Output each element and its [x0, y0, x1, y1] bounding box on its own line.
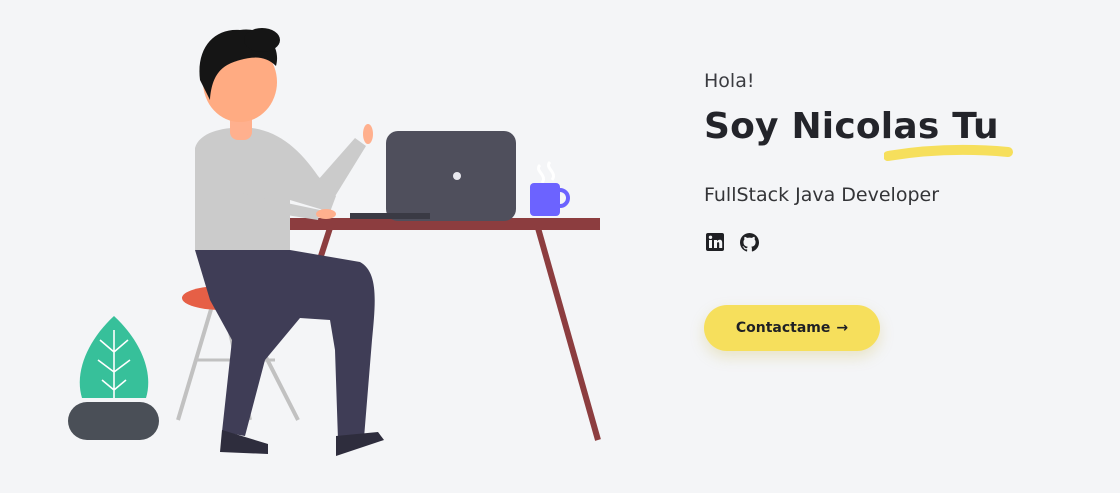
contact-button[interactable]: Contactame →	[704, 305, 880, 351]
hero-section: Hola! Soy Nicolas Tu FullStack Java Deve…	[704, 70, 1084, 351]
github-link[interactable]	[738, 231, 760, 253]
name-heading-wrap: Soy Nicolas Tu	[704, 106, 1084, 162]
laptop-illustration	[350, 131, 516, 221]
greeting-text: Hola!	[704, 70, 755, 92]
arrow-right-icon: →	[836, 320, 849, 336]
desk-illustration	[268, 218, 601, 441]
developer-illustration	[68, 28, 601, 456]
role-subtitle: FullStack Java Developer	[704, 184, 940, 206]
linkedin-link[interactable]	[704, 231, 726, 253]
mug-illustration	[530, 160, 570, 216]
person-illustration	[195, 28, 384, 456]
plant-illustration	[68, 316, 159, 440]
contact-button-label: Contactame	[735, 320, 831, 336]
github-icon	[739, 232, 759, 252]
linkedin-icon	[706, 233, 724, 251]
page-title: Soy Nicolas Tu	[704, 106, 999, 147]
social-links	[704, 231, 1084, 253]
